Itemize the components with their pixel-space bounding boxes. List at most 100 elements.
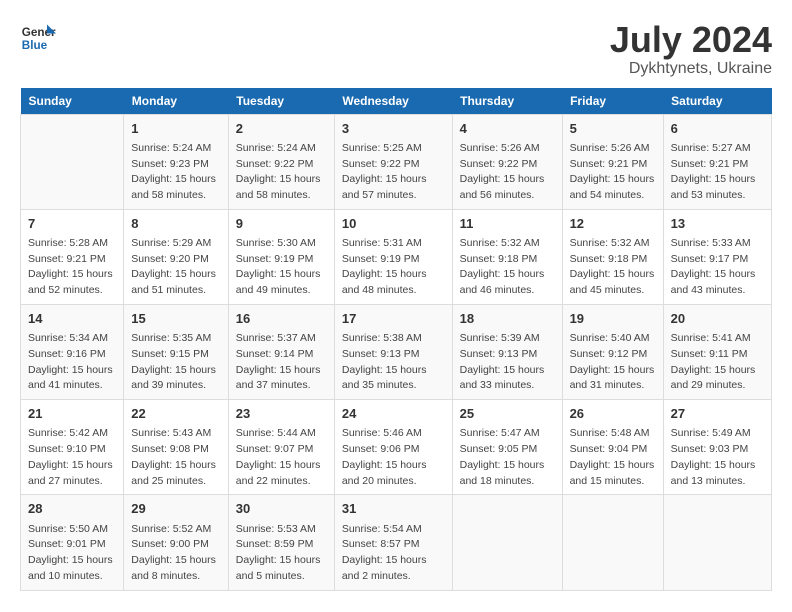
day-info: Sunrise: 5:48 AMSunset: 9:04 PMDaylight:… (570, 426, 656, 489)
day-number: 19 (570, 310, 656, 328)
calendar-cell: 8 Sunrise: 5:29 AMSunset: 9:20 PMDaylight… (124, 209, 229, 304)
calendar-cell: 28 Sunrise: 5:50 AMSunset: 9:01 PMDayligh… (21, 495, 124, 590)
day-info: Sunrise: 5:32 AMSunset: 9:18 PMDaylight:… (460, 236, 555, 299)
calendar-table: SundayMondayTuesdayWednesdayThursdayFrid… (20, 88, 772, 591)
day-info: Sunrise: 5:47 AMSunset: 9:05 PMDaylight:… (460, 426, 555, 489)
day-info: Sunrise: 5:52 AMSunset: 9:00 PMDaylight:… (131, 522, 221, 585)
calendar-cell (21, 114, 124, 209)
day-info: Sunrise: 5:54 AMSunset: 8:57 PMDaylight:… (342, 522, 445, 585)
day-info: Sunrise: 5:27 AMSunset: 9:21 PMDaylight:… (671, 141, 764, 204)
calendar-cell (452, 495, 562, 590)
day-number: 21 (28, 405, 116, 423)
title-block: July 2024 Dykhtynets, Ukraine (610, 20, 772, 78)
day-number: 3 (342, 120, 445, 138)
calendar-week-row: 21Sunrise: 5:42 AMSunset: 9:10 PMDayligh… (21, 400, 772, 495)
day-info: Sunrise: 5:40 AMSunset: 9:12 PMDaylight:… (570, 331, 656, 394)
day-info: Sunrise: 5:50 AMSunset: 9:01 PMDaylight:… (28, 522, 116, 585)
calendar-cell (663, 495, 771, 590)
logo-icon: General Blue (20, 20, 56, 56)
day-info: Sunrise: 5:24 AMSunset: 9:23 PMDaylight:… (131, 141, 221, 204)
calendar-title: July 2024 (610, 20, 772, 60)
day-number: 14 (28, 310, 116, 328)
calendar-cell: 12 Sunrise: 5:32 AMSunset: 9:18 PMDayligh… (562, 209, 663, 304)
calendar-cell: 2 Sunrise: 5:24 AMSunset: 9:22 PMDaylight… (228, 114, 334, 209)
calendar-header-row: SundayMondayTuesdayWednesdayThursdayFrid… (21, 88, 772, 115)
day-number: 6 (671, 120, 764, 138)
calendar-week-row: 7 Sunrise: 5:28 AMSunset: 9:21 PMDaylight… (21, 209, 772, 304)
day-info: Sunrise: 5:24 AMSunset: 9:22 PMDaylight:… (236, 141, 327, 204)
day-info: Sunrise: 5:28 AMSunset: 9:21 PMDaylight:… (28, 236, 116, 299)
day-number: 1 (131, 120, 221, 138)
day-number: 15 (131, 310, 221, 328)
day-number: 17 (342, 310, 445, 328)
day-info: Sunrise: 5:34 AMSunset: 9:16 PMDaylight:… (28, 331, 116, 394)
day-info: Sunrise: 5:30 AMSunset: 9:19 PMDaylight:… (236, 236, 327, 299)
day-info: Sunrise: 5:33 AMSunset: 9:17 PMDaylight:… (671, 236, 764, 299)
calendar-cell: 25Sunrise: 5:47 AMSunset: 9:05 PMDayligh… (452, 400, 562, 495)
calendar-cell: 6 Sunrise: 5:27 AMSunset: 9:21 PMDaylight… (663, 114, 771, 209)
day-of-week-header: Sunday (21, 88, 124, 115)
day-number: 18 (460, 310, 555, 328)
day-number: 22 (131, 405, 221, 423)
svg-text:Blue: Blue (22, 39, 48, 52)
day-info: Sunrise: 5:29 AMSunset: 9:20 PMDaylight:… (131, 236, 221, 299)
calendar-cell (562, 495, 663, 590)
calendar-cell: 27 Sunrise: 5:49 AMSunset: 9:03 PMDayligh… (663, 400, 771, 495)
day-number: 2 (236, 120, 327, 138)
day-number: 20 (671, 310, 764, 328)
calendar-cell: 13Sunrise: 5:33 AMSunset: 9:17 PMDayligh… (663, 209, 771, 304)
day-info: Sunrise: 5:43 AMSunset: 9:08 PMDaylight:… (131, 426, 221, 489)
calendar-cell: 9 Sunrise: 5:30 AMSunset: 9:19 PMDaylight… (228, 209, 334, 304)
day-number: 27 (671, 405, 764, 423)
day-of-week-header: Wednesday (334, 88, 452, 115)
day-of-week-header: Friday (562, 88, 663, 115)
calendar-cell: 22 Sunrise: 5:43 AMSunset: 9:08 PMDayligh… (124, 400, 229, 495)
day-number: 29 (131, 500, 221, 518)
calendar-week-row: 1 Sunrise: 5:24 AMSunset: 9:23 PMDaylight… (21, 114, 772, 209)
day-info: Sunrise: 5:49 AMSunset: 9:03 PMDaylight:… (671, 426, 764, 489)
day-number: 11 (460, 215, 555, 233)
day-of-week-header: Saturday (663, 88, 771, 115)
day-info: Sunrise: 5:53 AMSunset: 8:59 PMDaylight:… (236, 522, 327, 585)
calendar-cell: 29 Sunrise: 5:52 AMSunset: 9:00 PMDayligh… (124, 495, 229, 590)
day-of-week-header: Tuesday (228, 88, 334, 115)
day-number: 28 (28, 500, 116, 518)
day-number: 26 (570, 405, 656, 423)
day-number: 24 (342, 405, 445, 423)
calendar-cell: 18 Sunrise: 5:39 AMSunset: 9:13 PMDayligh… (452, 304, 562, 399)
day-number: 8 (131, 215, 221, 233)
day-info: Sunrise: 5:32 AMSunset: 9:18 PMDaylight:… (570, 236, 656, 299)
day-info: Sunrise: 5:26 AMSunset: 9:22 PMDaylight:… (460, 141, 555, 204)
calendar-cell: 7 Sunrise: 5:28 AMSunset: 9:21 PMDaylight… (21, 209, 124, 304)
day-number: 7 (28, 215, 116, 233)
calendar-cell: 14 Sunrise: 5:34 AMSunset: 9:16 PMDayligh… (21, 304, 124, 399)
day-info: Sunrise: 5:46 AMSunset: 9:06 PMDaylight:… (342, 426, 445, 489)
calendar-cell: 16Sunrise: 5:37 AMSunset: 9:14 PMDayligh… (228, 304, 334, 399)
calendar-cell: 20Sunrise: 5:41 AMSunset: 9:11 PMDayligh… (663, 304, 771, 399)
calendar-cell: 24 Sunrise: 5:46 AMSunset: 9:06 PMDayligh… (334, 400, 452, 495)
calendar-cell: 17 Sunrise: 5:38 AMSunset: 9:13 PMDayligh… (334, 304, 452, 399)
day-info: Sunrise: 5:26 AMSunset: 9:21 PMDaylight:… (570, 141, 656, 204)
page-header: General Blue July 2024 Dykhtynets, Ukrai… (20, 20, 772, 78)
calendar-cell: 19 Sunrise: 5:40 AMSunset: 9:12 PMDayligh… (562, 304, 663, 399)
day-number: 31 (342, 500, 445, 518)
calendar-cell: 5Sunrise: 5:26 AMSunset: 9:21 PMDaylight… (562, 114, 663, 209)
day-number: 12 (570, 215, 656, 233)
calendar-cell: 26 Sunrise: 5:48 AMSunset: 9:04 PMDayligh… (562, 400, 663, 495)
calendar-cell: 3Sunrise: 5:25 AMSunset: 9:22 PMDaylight… (334, 114, 452, 209)
day-number: 10 (342, 215, 445, 233)
day-info: Sunrise: 5:38 AMSunset: 9:13 PMDaylight:… (342, 331, 445, 394)
calendar-cell: 31 Sunrise: 5:54 AMSunset: 8:57 PMDayligh… (334, 495, 452, 590)
logo: General Blue (20, 20, 56, 56)
calendar-subtitle: Dykhtynets, Ukraine (610, 60, 772, 78)
day-number: 16 (236, 310, 327, 328)
calendar-cell: 1 Sunrise: 5:24 AMSunset: 9:23 PMDaylight… (124, 114, 229, 209)
day-info: Sunrise: 5:39 AMSunset: 9:13 PMDaylight:… (460, 331, 555, 394)
calendar-cell: 10Sunrise: 5:31 AMSunset: 9:19 PMDayligh… (334, 209, 452, 304)
calendar-cell: 21Sunrise: 5:42 AMSunset: 9:10 PMDayligh… (21, 400, 124, 495)
day-info: Sunrise: 5:44 AMSunset: 9:07 PMDaylight:… (236, 426, 327, 489)
day-number: 9 (236, 215, 327, 233)
day-number: 30 (236, 500, 327, 518)
calendar-cell: 30 Sunrise: 5:53 AMSunset: 8:59 PMDayligh… (228, 495, 334, 590)
calendar-week-row: 28 Sunrise: 5:50 AMSunset: 9:01 PMDayligh… (21, 495, 772, 590)
